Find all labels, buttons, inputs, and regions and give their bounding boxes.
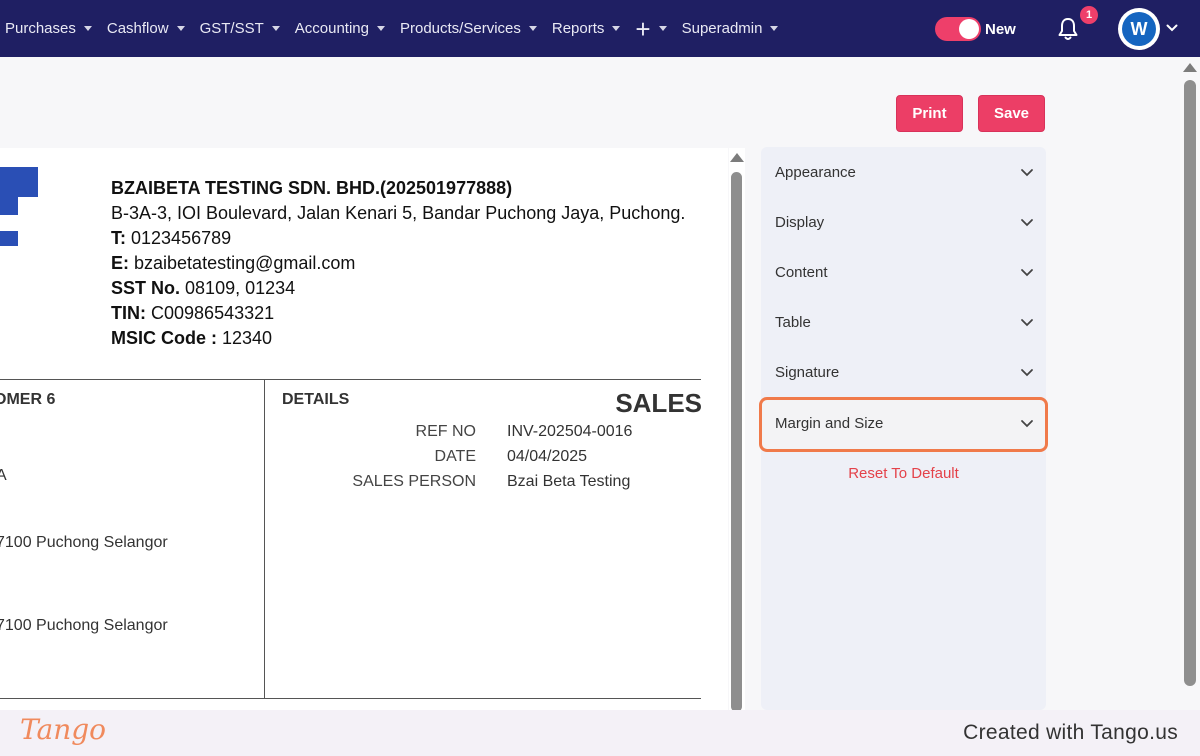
accordion-appearance[interactable]: Appearance [761, 147, 1046, 197]
accordion-label: Appearance [775, 163, 856, 181]
chevron-down-icon [1021, 269, 1033, 277]
accordion-table[interactable]: Table [761, 297, 1046, 347]
preview-scrollbar-thumb[interactable] [731, 172, 742, 712]
nav-accounting-label: Accounting [294, 20, 369, 37]
sales-person-value: Bzai Beta Testing [507, 473, 631, 490]
nav-gst-sst-label: GST/SST [199, 20, 264, 37]
chevron-down-icon [1021, 219, 1033, 227]
notification-bell-icon[interactable] [1056, 16, 1080, 42]
plus-icon: + [635, 13, 651, 44]
company-email: E: bzaibetatesting@gmail.com [111, 253, 356, 273]
scroll-up-arrow-icon[interactable] [1183, 63, 1197, 72]
nav-reports[interactable]: Reports [552, 20, 621, 37]
customer-address-line: A [0, 467, 7, 484]
tango-footer: Tango Created with Tango.us [0, 710, 1200, 756]
caret-down-icon [271, 26, 280, 31]
accordion-label: Margin and Size [775, 414, 884, 432]
caret-down-icon [376, 26, 385, 31]
nav-accounting[interactable]: Accounting [295, 20, 385, 37]
chevron-down-icon [1021, 169, 1033, 177]
reset-to-default-link[interactable]: Reset To Default [761, 465, 1046, 482]
nav-products-services-label: Products/Services [399, 20, 521, 37]
divider [0, 379, 701, 380]
invoice-preview: BZAIBETA TESTING SDN. BHD.(202501977888)… [0, 148, 728, 710]
customer-label: OMER 6 [0, 391, 56, 408]
accordion-label: Display [775, 213, 825, 231]
top-navbar: Purchases Cashflow GST/SST Accounting Pr… [0, 0, 1200, 57]
accordion-display[interactable]: Display [761, 197, 1046, 247]
accordion-margin-and-size[interactable]: Margin and Size [761, 398, 1046, 448]
company-address: B-3A-3, IOI Boulevard, Jalan Kenari 5, B… [111, 203, 686, 223]
company-msic: MSIC Code : 12340 [111, 328, 273, 348]
caret-down-icon [176, 26, 185, 31]
scroll-up-arrow-icon[interactable] [730, 153, 744, 162]
nav-superadmin-label: Superadmin [681, 20, 763, 37]
company-tin: TIN: C00986543321 [111, 303, 275, 323]
print-button[interactable]: Print [896, 95, 963, 132]
toggle-knob [959, 19, 979, 39]
ref-no-value: INV-202504-0016 [507, 423, 633, 440]
customer-address-line: 7100 Puchong Selangor [0, 617, 168, 634]
nav-products-services[interactable]: Products/Services [400, 20, 537, 37]
accordion-signature[interactable]: Signature [761, 347, 1046, 397]
nav-superadmin[interactable]: Superadmin [682, 20, 779, 37]
date-label: DATE [434, 448, 476, 465]
tango-credit: Created with Tango.us [963, 721, 1178, 744]
details-label: DETAILS [282, 391, 350, 408]
window-scrollbar-thumb[interactable] [1184, 80, 1196, 686]
company-phone: T: 0123456789 [111, 228, 232, 248]
accordion-label: Signature [775, 363, 840, 381]
divider [264, 379, 265, 698]
nav-quick-add[interactable]: + [635, 13, 667, 44]
nav-reports-label: Reports [551, 20, 605, 37]
tango-logo: Tango [20, 713, 107, 746]
avatar-initial: W [1122, 12, 1156, 46]
user-avatar[interactable]: W [1118, 8, 1160, 50]
accordion-label: Content [775, 263, 828, 281]
date-value: 04/04/2025 [507, 448, 588, 465]
accordion-content[interactable]: Content [761, 247, 1046, 297]
new-ui-toggle[interactable]: New [935, 17, 1016, 41]
chevron-down-icon[interactable] [1166, 23, 1178, 33]
company-sst: SST No. 08109, 01234 [111, 278, 296, 298]
caret-down-icon [770, 26, 779, 31]
chevron-down-icon [1021, 420, 1033, 428]
divider [0, 698, 701, 699]
save-button[interactable]: Save [978, 95, 1045, 132]
caret-down-icon [83, 26, 92, 31]
main-menu: Purchases Cashflow GST/SST Accounting Pr… [0, 0, 793, 57]
ref-no-label: REF NO [415, 423, 476, 440]
document-title: SALES [615, 388, 702, 418]
chevron-down-icon [1021, 369, 1033, 377]
caret-down-icon [612, 26, 621, 31]
caret-down-icon [658, 26, 667, 31]
customer-address-line: 7100 Puchong Selangor [0, 534, 168, 551]
nav-purchases-label: Purchases [5, 20, 76, 37]
caret-down-icon [528, 26, 537, 31]
nav-cashflow[interactable]: Cashflow [107, 20, 185, 37]
sales-person-label: SALES PERSON [352, 473, 476, 490]
nav-cashflow-label: Cashflow [106, 20, 169, 37]
toggle-switch[interactable] [935, 17, 981, 41]
notification-badge: 1 [1080, 6, 1098, 24]
nav-gst-sst[interactable]: GST/SST [200, 20, 280, 37]
toggle-label: New [985, 20, 1016, 38]
company-name: BZAIBETA TESTING SDN. BHD.(202501977888) [111, 178, 513, 198]
accordion-label: Table [775, 313, 811, 331]
chevron-down-icon [1021, 319, 1033, 327]
nav-purchases[interactable]: Purchases [5, 20, 92, 37]
company-details: BZAIBETA TESTING SDN. BHD.(202501977888)… [111, 176, 685, 351]
